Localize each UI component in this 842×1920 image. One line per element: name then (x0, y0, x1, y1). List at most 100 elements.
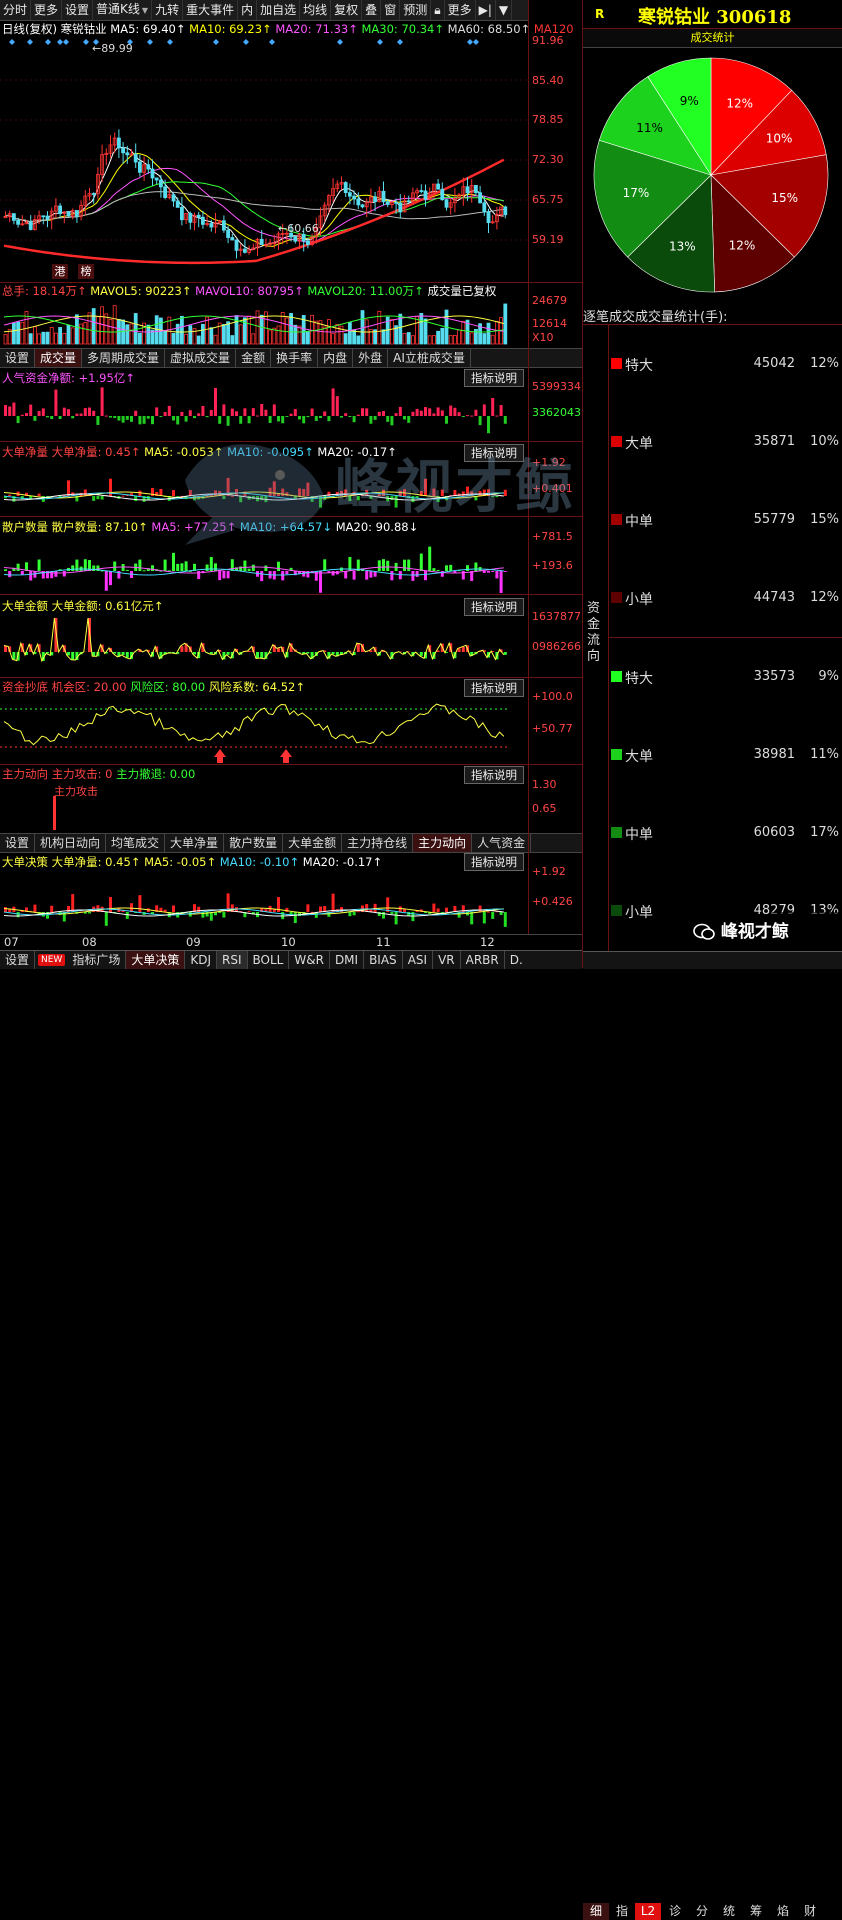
indicator-bar (482, 571, 486, 573)
tab-ai-volume[interactable]: AI立桩成交量 (388, 349, 471, 367)
tb-more2[interactable]: 更多 (445, 0, 476, 20)
p5-chart[interactable] (0, 695, 528, 763)
tab-multi-period-volume[interactable]: 多周期成交量 (82, 349, 166, 367)
tab2-main-trend[interactable]: 主力动向 (413, 834, 473, 852)
volume-bar (45, 331, 50, 345)
btab-arbr[interactable]: ARBR (461, 951, 505, 969)
btab-plaza[interactable]: 指标广场 (67, 951, 127, 969)
tb-forecast[interactable]: 预测 (400, 0, 432, 20)
indicator-bar (398, 406, 402, 416)
tb-ma[interactable]: 均线 (300, 0, 332, 20)
tb-overlay[interactable]: 叠 (362, 0, 382, 20)
rtab-finance[interactable]: 财 (797, 1903, 823, 1920)
vol-tick-3: X10 (532, 331, 554, 344)
rank-tag[interactable]: 榜 (78, 264, 94, 279)
p2-chart[interactable] (0, 460, 528, 516)
btab-decision[interactable]: 大单决策 (126, 951, 186, 969)
tab-volume[interactable]: 成交量 (35, 349, 83, 367)
menu-chevron-icon[interactable]: ▼ (496, 0, 513, 20)
tab-amount[interactable]: 金额 (236, 349, 272, 367)
p4-chart[interactable] (0, 614, 528, 676)
tb-more[interactable]: 更多 (31, 0, 63, 20)
tab2-retail-count[interactable]: 散户数量 (224, 834, 284, 852)
tb-settings[interactable]: 设置 (62, 0, 94, 20)
volume-bar (255, 310, 260, 345)
tab2-main-position[interactable]: 主力持仓线 (342, 834, 414, 852)
buy-arrow-icon (214, 749, 226, 763)
indicator-bar (382, 912, 385, 919)
indicator-bar (50, 416, 54, 420)
rtab-fen[interactable]: 分 (689, 1903, 715, 1920)
indicator-bar (428, 408, 432, 416)
pie-label: 9% (680, 94, 699, 108)
rtab-chip[interactable]: 筹 (743, 1903, 769, 1920)
btab-asi[interactable]: ASI (403, 951, 434, 969)
rtab-l2[interactable]: L2 (635, 1903, 661, 1920)
volume-bar (28, 333, 33, 345)
tab-virtual-volume[interactable]: 虚拟成交量 (165, 349, 237, 367)
lock-icon[interactable]: 🔒︎ (431, 0, 445, 20)
tb-kline-type[interactable]: 普通K线 ▼ (93, 0, 153, 21)
tb-fenshi[interactable]: 分时 (0, 0, 32, 20)
hk-tag[interactable]: 港 (52, 264, 68, 279)
tab2-avg-trade[interactable]: 均笔成交 (106, 834, 166, 852)
indicator-bar (230, 408, 234, 416)
indicator-bar (461, 416, 465, 417)
tab2-large-net[interactable]: 大单净量 (165, 834, 225, 852)
indicator-bar (247, 416, 251, 424)
dec-ma5: MA5: -0.05↑ (144, 855, 217, 869)
p3-chart[interactable] (0, 535, 528, 593)
btab-wr[interactable]: W&R (289, 951, 330, 969)
indicator-tabbar: 设置 机构日动向 均笔成交 大单净量 散户数量 大单金额 主力持仓线 主力动向 … (0, 833, 582, 853)
sidebar-toggle-icon[interactable]: ▶| (476, 0, 496, 20)
tb-adjust[interactable]: 复权 (331, 0, 363, 20)
tb-add-watchlist[interactable]: 加自选 (257, 0, 301, 20)
tab-turnover[interactable]: 换手率 (271, 349, 319, 367)
rtab-index[interactable]: 指 (610, 1903, 634, 1920)
btab-kdj[interactable]: KDJ (185, 951, 218, 969)
tab2-popular-fund[interactable]: 人气资金 (472, 834, 532, 852)
rtab-detail[interactable]: 细 (583, 1903, 609, 1920)
tab2-institution[interactable]: 机构日动向 (35, 834, 107, 852)
tb-jiuzhuan[interactable]: 九转 (152, 0, 184, 20)
btab-more[interactable]: D. (505, 951, 528, 969)
stats-row: 小单 44743 12% (609, 588, 842, 608)
btab-boll[interactable]: BOLL (248, 951, 290, 969)
btab-bias[interactable]: BIAS (364, 951, 403, 969)
tab-inner-vol[interactable]: 内盘 (318, 349, 354, 367)
tab2-settings[interactable]: 设置 (0, 834, 36, 852)
tb-events[interactable]: 重大事件 (183, 0, 239, 20)
volume-bar (11, 322, 16, 345)
indicator-bar (104, 912, 108, 926)
indicator-bar (356, 414, 360, 416)
indicator-bar (298, 488, 301, 496)
btab-rsi[interactable]: RSI (217, 951, 248, 969)
pie-title: 成交统计 (583, 28, 842, 48)
indicator-bar (243, 560, 247, 571)
tab-outer-vol[interactable]: 外盘 (353, 349, 389, 367)
rtab-diagnose[interactable]: 诊 (662, 1903, 688, 1920)
attack-bar (53, 796, 56, 830)
volume-bar (171, 332, 176, 345)
p1-explain-button[interactable]: 指标说明 (464, 369, 524, 387)
indicator-bar (46, 416, 49, 418)
tb-inner[interactable]: 内 (238, 0, 258, 20)
p1-chart[interactable] (0, 386, 528, 442)
indicator-bar (29, 404, 33, 416)
rtab-flame[interactable]: 焰 (770, 1903, 796, 1920)
volume-bar (289, 313, 294, 345)
tb-window[interactable]: 窗 (381, 0, 401, 20)
candlestick-chart[interactable] (0, 36, 528, 282)
btab-settings[interactable]: 设置 (0, 951, 36, 969)
rtab-stat[interactable]: 统 (716, 1903, 742, 1920)
btab-vr[interactable]: VR (433, 951, 461, 969)
btab-dmi[interactable]: DMI (330, 951, 365, 969)
volume-bar (37, 333, 41, 345)
tab-settings[interactable]: 设置 (0, 349, 36, 367)
dec-explain-button[interactable]: 指标说明 (464, 853, 524, 871)
tab2-large-amount[interactable]: 大单金额 (283, 834, 343, 852)
indicator-bar (319, 906, 322, 912)
decision-chart[interactable] (0, 870, 528, 932)
p3-y2: +193.6 (532, 559, 573, 572)
volume-chart[interactable] (0, 298, 528, 346)
